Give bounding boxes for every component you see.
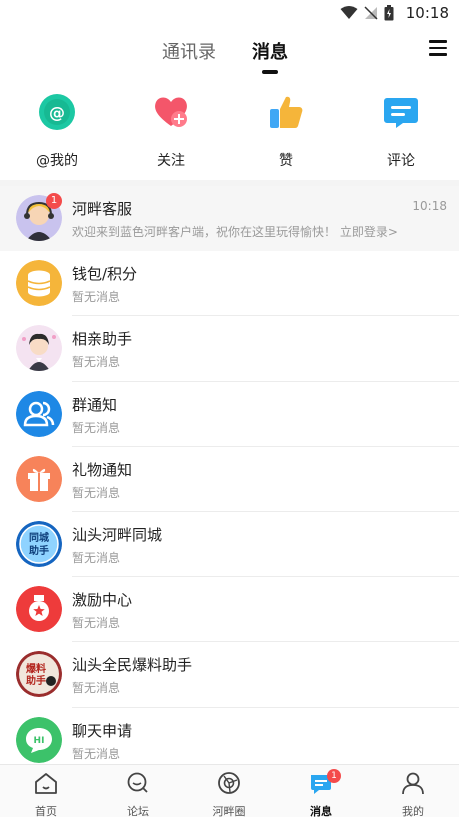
quick-action-label: 关注 (157, 153, 185, 169)
profile-icon (402, 772, 424, 795)
tab-contacts[interactable]: 通讯录 (162, 38, 216, 64)
camera-ring-icon (218, 772, 240, 794)
quick-action-follow[interactable]: 关注 (136, 92, 206, 170)
bottom-nav: 首页 论坛 河畔圈 1 消息 我的 (0, 764, 459, 817)
comment-icon (384, 98, 418, 128)
gift-icon (16, 455, 62, 502)
nav-profile[interactable]: 我的 (383, 771, 443, 817)
tab-active-indicator (262, 70, 278, 74)
no-signal-icon (364, 6, 378, 20)
quick-action-likes[interactable]: 赞 (251, 92, 321, 170)
group-users-icon (16, 390, 62, 437)
top-tab-bar: 通讯录 消息 (0, 30, 459, 78)
quick-action-label: @我的 (36, 153, 78, 169)
at-icon: @ (39, 94, 75, 130)
svg-text:@: @ (49, 103, 65, 122)
nav-label: 河畔圈 (212, 805, 246, 817)
avatar-text: 助手 (26, 674, 46, 687)
message-title: 钱包/积分 (72, 265, 138, 284)
message-preview: 暂无消息 (72, 616, 121, 631)
wifi-icon (340, 6, 358, 19)
nav-forum[interactable]: 论坛 (108, 771, 168, 817)
avatar-text: HI (34, 736, 45, 746)
message-row-gift-notice[interactable]: 礼物通知 暂无消息 (0, 447, 459, 512)
nav-label: 我的 (402, 805, 424, 817)
chat-hi-icon: HI (16, 716, 62, 763)
heart-plus-icon (155, 97, 187, 127)
quick-action-comments[interactable]: 评论 (366, 92, 436, 170)
status-time: 10:18 (405, 4, 449, 22)
nav-label: 消息 (310, 805, 332, 817)
nav-label: 首页 (35, 805, 57, 817)
medal-icon (16, 586, 62, 633)
nav-messages[interactable]: 1 消息 (291, 769, 351, 817)
quick-action-label: 赞 (279, 153, 293, 169)
message-preview: 暂无消息 (72, 290, 121, 305)
unread-badge: 1 (46, 193, 62, 209)
message-row-dating-helper[interactable]: 相亲助手 暂无消息 (0, 316, 459, 382)
avatar-text: 爆料 (26, 662, 46, 675)
avatar-text: 同城 (29, 531, 49, 544)
nav-circle[interactable]: 河畔圈 (199, 771, 259, 817)
avatar-wrapper: 1 (16, 193, 62, 241)
message-preview-text: 欢迎来到蓝色河畔客户端，祝你在这里玩得愉快！ (72, 225, 337, 239)
quick-actions: @ @我的 关注 赞 评论 (0, 92, 459, 176)
battery-charging-icon (384, 5, 394, 21)
nav-label: 论坛 (127, 805, 149, 817)
message-row-shantou-local[interactable]: 同城 助手 汕头河畔同城 暂无消息 (0, 512, 459, 578)
message-list: 1 河畔客服 10:18 欢迎来到蓝色河畔客户端，祝你在这里玩得愉快！ 立即登录… (0, 186, 459, 773)
message-title: 聊天申请 (72, 721, 133, 740)
dating-helper-avatar (16, 325, 62, 372)
message-title: 河畔客服 (72, 200, 133, 218)
message-row-customer-service[interactable]: 1 河畔客服 10:18 欢迎来到蓝色河畔客户端，祝你在这里玩得愉快！ 立即登录… (0, 186, 459, 252)
message-row-group-notice[interactable]: 群通知 暂无消息 (0, 382, 459, 447)
message-preview: 暂无消息 (72, 420, 121, 435)
message-preview: 暂无消息 (72, 681, 121, 696)
message-preview: 暂无消息 (72, 355, 121, 370)
avatar-text: 助手 (29, 544, 49, 557)
message-preview: 暂无消息 (72, 550, 121, 565)
wallet-coins-icon (16, 260, 62, 307)
menu-icon[interactable] (429, 40, 447, 56)
forum-icon (127, 772, 148, 793)
quick-action-label: 评论 (387, 153, 415, 169)
message-title: 群通知 (72, 395, 118, 414)
message-time: 10:18 (412, 199, 447, 213)
status-bar: 10:18 (0, 0, 459, 26)
message-title: 礼物通知 (72, 460, 133, 479)
status-icons: 10:18 (340, 4, 449, 22)
nav-badge: 1 (327, 769, 341, 783)
message-row-incentive-center[interactable]: 激励中心 暂无消息 (0, 577, 459, 643)
message-row-tipoff-helper[interactable]: 爆料 助手 汕头全民爆料助手 暂无消息 (0, 642, 459, 708)
tipoff-helper-avatar: 爆料 助手 (16, 651, 62, 698)
message-row-chat-request[interactable]: HI 聊天申请 暂无消息 (0, 708, 459, 773)
message-title: 相亲助手 (72, 330, 133, 349)
message-preview: 欢迎来到蓝色河畔客户端，祝你在这里玩得愉快！ 立即登录> (72, 223, 398, 240)
message-preview: 暂无消息 (72, 485, 121, 500)
message-row-wallet[interactable]: 钱包/积分 暂无消息 (0, 251, 459, 317)
message-preview: 暂无消息 (72, 746, 121, 761)
thumbs-up-icon (270, 96, 303, 128)
quick-action-mentions[interactable]: @ @我的 (22, 92, 92, 170)
message-title: 激励中心 (72, 591, 133, 610)
message-title: 汕头全民爆料助手 (72, 656, 193, 675)
login-link[interactable]: 立即登录> (340, 225, 398, 239)
tab-messages[interactable]: 消息 (252, 38, 288, 64)
local-helper-avatar: 同城 助手 (16, 520, 62, 567)
nav-home[interactable]: 首页 (16, 771, 76, 817)
home-icon (35, 773, 57, 794)
message-title: 汕头河畔同城 (72, 525, 163, 544)
